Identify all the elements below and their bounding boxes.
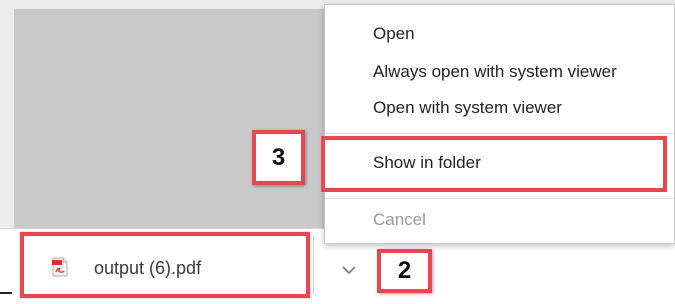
step-3-callout: 3 [252,130,305,185]
step-3-label: 3 [271,143,286,171]
cursor-mark [0,292,12,294]
shelf-divider [313,236,314,294]
menu-item-open[interactable]: Open [373,24,415,44]
download-file-name: output (6).pdf [94,258,202,278]
menu-separator [325,133,674,134]
menu-item-open-system-viewer[interactable]: Open with system viewer [373,98,562,118]
step-2-callout: 2 [377,249,432,293]
page-left-strip [0,0,14,228]
chevron-down-icon [342,265,356,274]
menu-item-always-open-system-viewer[interactable]: Always open with system viewer [373,62,617,82]
step-2-label: 2 [397,257,412,284]
menu-item-cancel: Cancel [373,210,426,229]
pdf-file-icon [52,257,68,277]
download-item[interactable]: output (6).pdf [20,232,310,298]
menu-separator [325,198,674,199]
download-menu-button[interactable] [332,255,366,285]
menu-item-show-in-folder[interactable]: Show in folder [373,153,481,173]
context-menu: Open Always open with system viewer Open… [321,4,675,244]
